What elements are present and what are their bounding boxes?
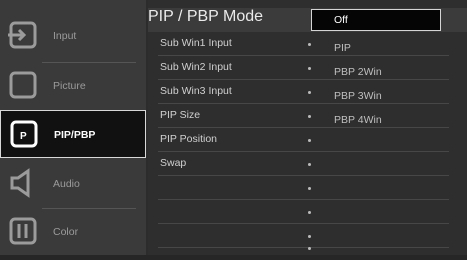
menu-row-sub-win2-input[interactable]: Sub Win2 Input xyxy=(148,56,467,80)
sidebar-item-color[interactable]: Color xyxy=(0,208,146,256)
dot-marker xyxy=(308,139,311,142)
dot-marker xyxy=(308,67,311,70)
dot-marker xyxy=(308,247,311,250)
dot-marker xyxy=(308,91,311,94)
menu-row-pip-size[interactable]: PIP Size xyxy=(148,104,467,128)
sidebar-item-input[interactable]: Input xyxy=(0,12,146,60)
dot-marker xyxy=(308,115,311,118)
sidebar-item-audio[interactable]: Audio xyxy=(0,160,146,208)
menu-row-pip-position[interactable]: PIP Position xyxy=(148,128,467,152)
input-icon xyxy=(8,21,37,49)
osd-menu: Input Picture P PIP/PBP Audio Color PIP … xyxy=(0,0,467,255)
menu-row-sub-win3-input[interactable]: Sub Win3 Input xyxy=(148,80,467,104)
option-selected-off[interactable]: Off xyxy=(311,9,441,31)
sidebar-item-label: PIP/PBP xyxy=(54,129,96,141)
menu-row-empty xyxy=(148,200,467,224)
menu-row-empty xyxy=(148,236,467,260)
picture-icon xyxy=(9,71,37,99)
sidebar: Input Picture P PIP/PBP Audio Color xyxy=(0,0,146,255)
menu-row-label: Swap xyxy=(160,157,187,169)
sidebar-item-picture[interactable]: Picture xyxy=(0,62,146,110)
menu-row-label: PIP Position xyxy=(160,133,218,145)
sidebar-item-pip-pbp[interactable]: P PIP/PBP xyxy=(0,110,146,158)
option-selected-label: Off xyxy=(334,14,348,26)
dot-marker xyxy=(308,211,311,214)
menu-row-label: Sub Win1 Input xyxy=(160,37,232,49)
sidebar-item-label: Audio xyxy=(53,178,80,190)
option-pbp-3win[interactable]: PBP 3Win xyxy=(334,90,382,102)
option-pbp-2win[interactable]: PBP 2Win xyxy=(334,66,382,78)
menu-row-label: Sub Win2 Input xyxy=(160,61,232,73)
option-pbp-4win[interactable]: PBP 4Win xyxy=(334,114,382,126)
menu-row-swap[interactable]: Swap xyxy=(148,152,467,176)
menu-row-label: Sub Win3 Input xyxy=(160,85,232,97)
color-icon xyxy=(9,217,37,245)
menu-row-label: PIP Size xyxy=(160,109,201,121)
dot-marker xyxy=(308,163,311,166)
dot-marker xyxy=(308,43,311,46)
dot-marker xyxy=(308,187,311,190)
menu-row-label: PIP / PBP Mode xyxy=(148,8,264,25)
sidebar-item-label: Color xyxy=(53,226,79,238)
menu-row-empty xyxy=(148,176,467,200)
submenu-panel: PIP / PBP Mode Sub Win1 Input Sub Win2 I… xyxy=(148,0,467,255)
audio-icon xyxy=(10,168,30,198)
pip-icon-letter: P xyxy=(20,131,27,142)
option-pip[interactable]: PIP xyxy=(334,42,351,54)
pip-icon: P xyxy=(10,120,38,148)
menu-row-sub-win1-input[interactable]: Sub Win1 Input xyxy=(148,32,467,56)
sidebar-item-label: Input xyxy=(53,30,77,42)
sidebar-item-label: Picture xyxy=(53,80,86,92)
